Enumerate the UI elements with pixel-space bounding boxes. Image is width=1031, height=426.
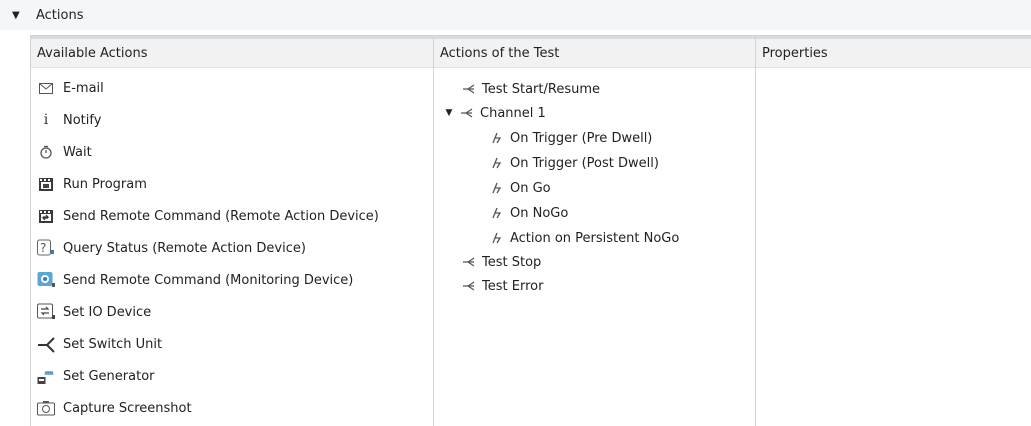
email-icon (37, 79, 55, 97)
remote-command-icon (37, 207, 55, 225)
tree-item-test-error[interactable]: Test Error (462, 274, 543, 298)
action-item-query-status[interactable]: ? Query Status (Remote Action Device) (37, 235, 306, 261)
tree-item-label: Action on Persistent NoGo (510, 230, 680, 246)
monitoring-device-icon (37, 271, 55, 289)
action-label: Run Program (63, 176, 147, 192)
tree-item-label: On NoGo (510, 205, 569, 221)
action-label: Send Remote Command (Monitoring Device) (63, 272, 354, 288)
action-label: Set Switch Unit (63, 336, 163, 352)
test-actions-pane: Actions of the Test Test Start/Resume ▼ … (433, 35, 756, 426)
tree-item-on-trigger-post[interactable]: On Trigger (Post Dwell) (490, 151, 659, 175)
tree-item-test-stop[interactable]: Test Stop (462, 250, 541, 274)
tree-item-label: On Trigger (Pre Dwell) (510, 130, 653, 146)
action-item-set-io-device[interactable]: Set IO Device (37, 299, 151, 325)
stopwatch-icon (37, 143, 55, 161)
query-status-icon: ? (37, 239, 55, 257)
action-label: E-mail (63, 80, 104, 96)
generator-icon (37, 367, 55, 385)
action-label: Notify (63, 112, 102, 128)
actions-section-header[interactable]: ▼ Actions (0, 0, 1031, 30)
section-title: Actions (36, 7, 84, 23)
tree-item-label: On Go (510, 180, 551, 196)
action-label: Send Remote Command (Remote Action Devic… (63, 208, 379, 224)
tree-item-on-trigger-pre[interactable]: On Trigger (Pre Dwell) (490, 126, 652, 150)
properties-header: Properties (756, 36, 1031, 68)
trigger-icon (490, 206, 504, 220)
tree-item-on-go[interactable]: On Go (490, 176, 551, 200)
action-item-send-remote-command-rad[interactable]: Send Remote Command (Remote Action Devic… (37, 203, 379, 229)
action-item-set-switch-unit[interactable]: Set Switch Unit (37, 331, 162, 357)
collapse-arrow-icon[interactable]: ▼ (12, 10, 24, 21)
event-icon (462, 82, 476, 96)
test-actions-header: Actions of the Test (434, 36, 755, 68)
action-label: Set IO Device (63, 304, 152, 320)
event-icon (460, 106, 474, 120)
action-label: Wait (63, 144, 92, 160)
tree-item-persistent-nogo[interactable]: Action on Persistent NoGo (490, 226, 679, 250)
tree-item-test-start[interactable]: Test Start/Resume (462, 77, 600, 101)
tree-item-label: Test Error (482, 278, 544, 294)
trigger-icon (490, 231, 504, 245)
tree-item-channel-1[interactable]: ▼ Channel 1 (444, 101, 546, 125)
trigger-icon (490, 181, 504, 195)
action-label: Set Generator (63, 368, 155, 384)
io-device-icon (37, 303, 55, 321)
info-icon: i (43, 112, 49, 128)
available-actions-header: Available Actions (31, 36, 433, 68)
tree-item-label: Test Stop (482, 254, 542, 270)
action-item-email[interactable]: E-mail (37, 75, 104, 101)
camera-icon (37, 399, 55, 417)
action-label: Query Status (Remote Action Device) (63, 240, 306, 256)
event-icon (462, 255, 476, 269)
available-actions-pane: Available Actions E-mail i Notify Wait R… (30, 35, 434, 426)
svg-text:?: ? (40, 241, 46, 255)
tree-item-on-nogo[interactable]: On NoGo (490, 201, 568, 225)
switch-unit-icon (37, 335, 55, 353)
program-icon (37, 175, 55, 193)
action-label: Capture Screenshot (63, 400, 192, 416)
tree-item-label: Channel 1 (480, 105, 546, 121)
action-item-notify[interactable]: i Notify (37, 107, 102, 133)
trigger-icon (490, 131, 504, 145)
action-item-set-generator[interactable]: Set Generator (37, 363, 155, 389)
action-item-send-remote-command-md[interactable]: Send Remote Command (Monitoring Device) (37, 267, 353, 293)
event-icon (462, 279, 476, 293)
trigger-icon (490, 156, 504, 170)
action-item-wait[interactable]: Wait (37, 139, 92, 165)
action-item-capture-screenshot[interactable]: Capture Screenshot (37, 395, 192, 421)
expand-arrow-icon[interactable]: ▼ (444, 108, 454, 118)
tree-item-label: On Trigger (Post Dwell) (510, 155, 659, 171)
action-item-run-program[interactable]: Run Program (37, 171, 147, 197)
tree-item-label: Test Start/Resume (482, 81, 600, 97)
properties-pane: Properties (755, 35, 1031, 426)
